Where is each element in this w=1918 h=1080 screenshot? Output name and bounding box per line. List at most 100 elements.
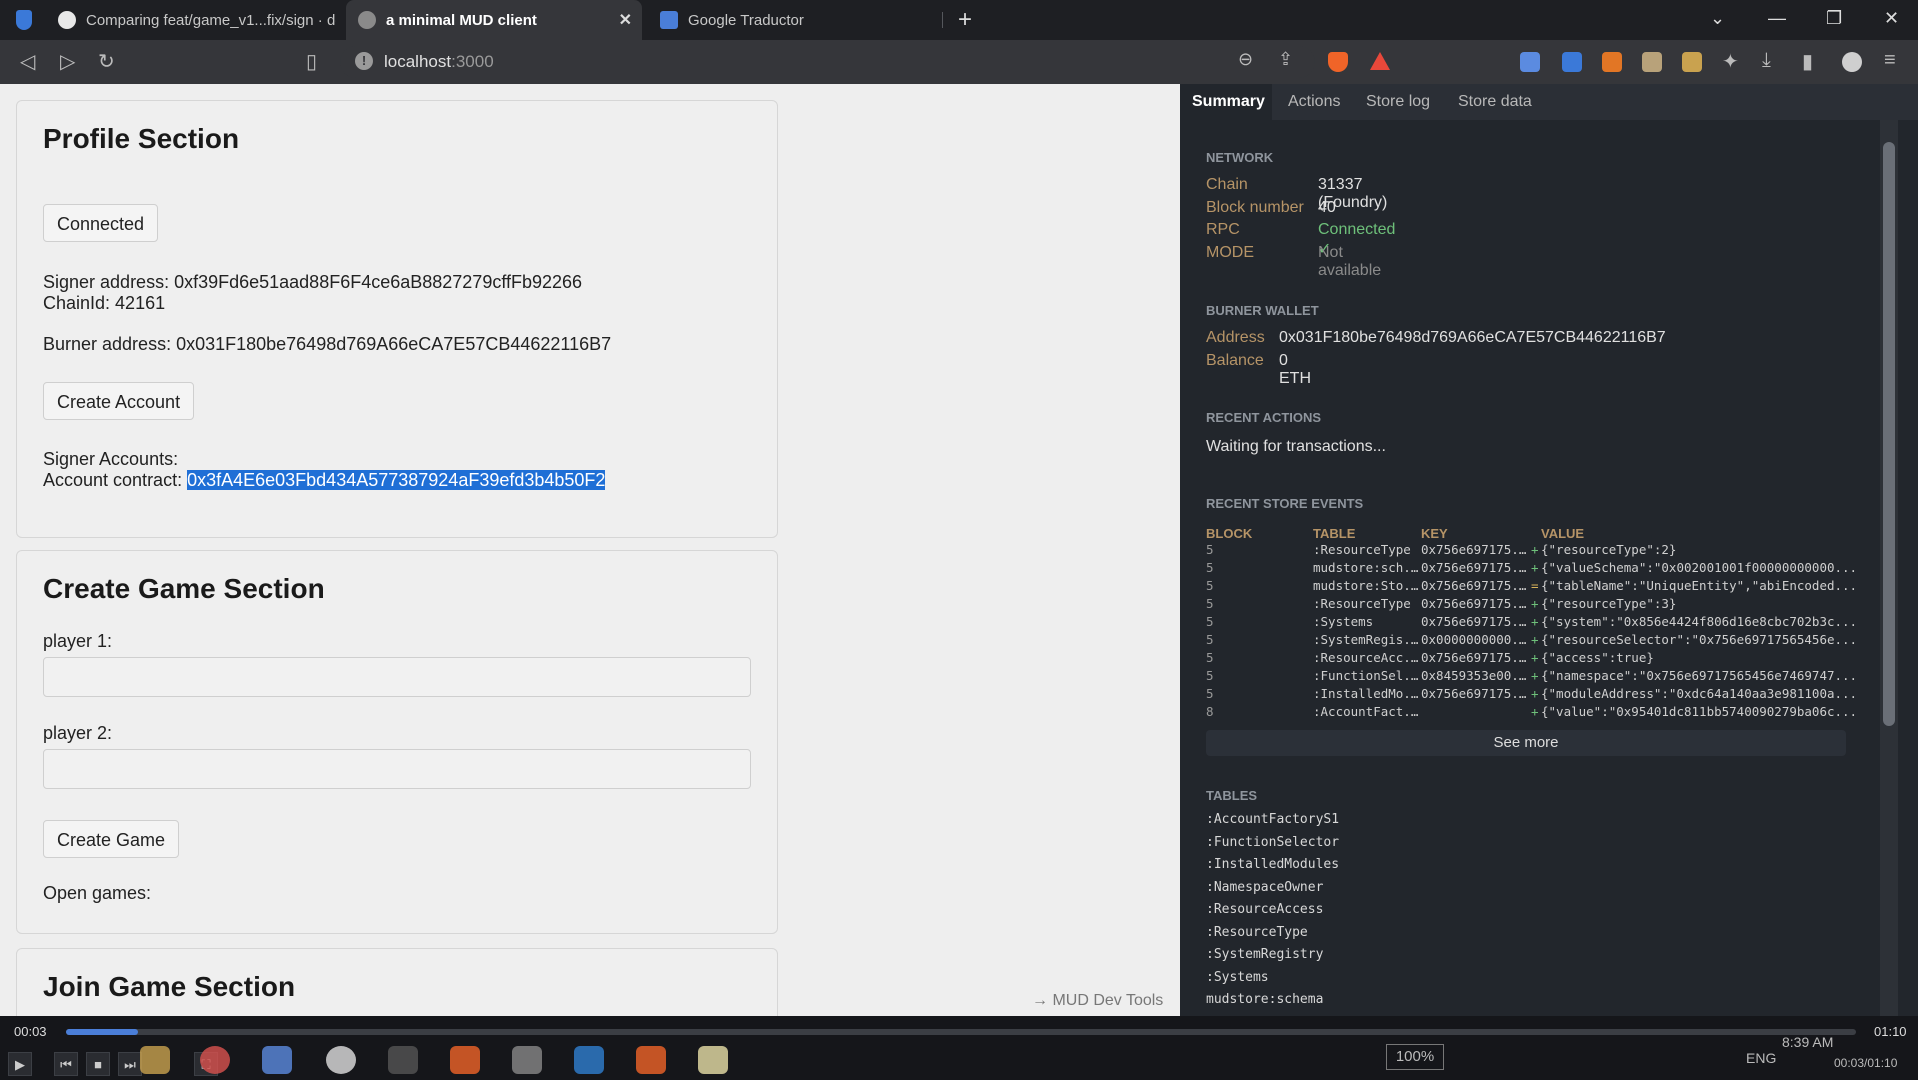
restore-icon[interactable]: ❐	[1826, 8, 1842, 29]
create-account-button[interactable]: Create Account	[43, 382, 195, 420]
file-explorer-taskbar-icon[interactable]	[140, 1046, 170, 1074]
screenshot-extension-icon[interactable]	[1520, 52, 1540, 72]
event-block: 5	[1206, 596, 1214, 611]
notes-taskbar-icon[interactable]	[698, 1046, 728, 1074]
brave-rewards-icon[interactable]	[1370, 52, 1390, 70]
skip-forward-icon[interactable]: ⏭	[118, 1052, 142, 1076]
video-current-time: 00:03	[14, 1024, 47, 1039]
table-item[interactable]: :AccountFactoryS1	[1206, 812, 1339, 827]
player1-input[interactable]	[43, 657, 751, 697]
store-event-row: 5 mudstore:sch... 0x756e697175... + {"valueS…	[1206, 560, 1896, 578]
browser-tab-bar: Comparing feat/game_v1...fix/sign · de a…	[0, 0, 1918, 40]
connected-button[interactable]: Connected	[43, 204, 159, 242]
event-table: :AccountFact...	[1313, 704, 1419, 719]
forward-icon[interactable]: ▷	[60, 49, 75, 74]
see-more-button[interactable]: See more	[1206, 730, 1846, 756]
account-contract-label: Account contract:	[43, 470, 188, 490]
tray-time: 8:39 AM	[1782, 1034, 1834, 1050]
event-block: 5	[1206, 542, 1214, 557]
event-key: 0x756e697175...	[1421, 560, 1527, 575]
table-item[interactable]: :InstalledModules	[1206, 857, 1339, 872]
event-block: 5	[1206, 686, 1214, 701]
vpn-extension-icon[interactable]	[1562, 52, 1582, 72]
event-value: {"resourceSelector":"0x756e69717565456e.…	[1541, 632, 1858, 647]
brave2-taskbar-icon[interactable]	[636, 1046, 666, 1074]
mud-dev-tools-link[interactable]: → MUD Dev Tools	[1032, 992, 1163, 1010]
app-taskbar-icon[interactable]	[262, 1046, 292, 1074]
reload-icon[interactable]: ↻	[98, 49, 115, 74]
table-item[interactable]: :ResourceType	[1206, 925, 1308, 940]
video-total-time: 01:10	[1874, 1024, 1907, 1039]
download-icon[interactable]: ⤓	[1762, 49, 1771, 72]
video-progress-track[interactable]	[66, 1029, 1856, 1035]
extensions-icon[interactable]: ✦	[1722, 49, 1739, 74]
event-value: {"access":true}	[1541, 650, 1654, 665]
tab-label: Google Traductor	[688, 11, 804, 29]
store-event-row: 5 mudstore:Sto... 0x756e697175... = {"tableN…	[1206, 578, 1896, 596]
app2-taskbar-icon[interactable]	[326, 1046, 356, 1074]
store-event-row: 5:InstalledMo... 0x756e697175... + {"module…	[1206, 686, 1896, 704]
tab-github[interactable]: Comparing feat/game_v1...fix/sign · de	[46, 0, 340, 40]
menu-icon[interactable]: ≡	[1884, 49, 1896, 72]
site-info-icon[interactable]: !	[355, 52, 373, 70]
burner-address: Burner address: 0x031F180be76498d769A66e…	[43, 334, 612, 354]
table-item[interactable]: :SystemRegistry	[1206, 947, 1323, 962]
profile-section: Profile Section Connected Signer address…	[16, 100, 778, 538]
tab-list-icon[interactable]: ⌄	[1710, 8, 1725, 29]
store-event-row: 5:FunctionSel... 0x8459353e00... + {"namesp…	[1206, 668, 1896, 686]
devtools-scroll-thumb[interactable]	[1883, 142, 1895, 726]
table-item[interactable]: :Systems	[1206, 970, 1269, 985]
tab-google-traductor[interactable]: Google Traductor	[648, 0, 942, 40]
tab-store-log[interactable]: Store log	[1366, 93, 1430, 111]
brave-shields-icon[interactable]	[1328, 52, 1348, 72]
account-contract-value[interactable]: 0x3fA4E6e03Fbd434A577387924aF39efd3b4b50…	[187, 470, 606, 490]
tab-summary[interactable]: Summary	[1192, 93, 1265, 111]
share-icon[interactable]: ⇪	[1278, 49, 1293, 70]
vscode-taskbar-icon[interactable]	[574, 1046, 604, 1074]
table-item[interactable]: :FunctionSelector	[1206, 835, 1339, 850]
player2-input[interactable]	[43, 749, 751, 789]
event-value: {"resourceType":3}	[1541, 596, 1677, 611]
video-zoom-level[interactable]: 100%	[1386, 1044, 1444, 1070]
stop-icon[interactable]: ■	[86, 1052, 110, 1076]
store-event-row: 5:ResourceAcc... 0x756e697175... + {"access…	[1206, 650, 1896, 668]
wallet-extension-icon[interactable]	[1642, 52, 1662, 72]
tab-store-data[interactable]: Store data	[1458, 93, 1532, 111]
minimize-icon[interactable]: —	[1768, 8, 1786, 29]
network-rpc: RPC Connected ✓	[1206, 221, 1396, 258]
table-item[interactable]: mudstore:schema	[1206, 992, 1323, 1007]
chrome-taskbar-icon[interactable]	[200, 1046, 230, 1074]
zoom-icon[interactable]: ⊖	[1238, 49, 1253, 70]
table-item[interactable]: :NamespaceOwner	[1206, 880, 1323, 895]
table-item[interactable]: :ResourceAccess	[1206, 902, 1323, 917]
network-chain: Chain 31337 (Foundry)	[1206, 176, 1388, 211]
gift-extension-icon[interactable]	[1682, 52, 1702, 72]
terminal-taskbar-icon[interactable]	[388, 1046, 418, 1074]
profile-avatar-icon[interactable]	[1842, 52, 1862, 72]
event-table: :Systems	[1313, 614, 1374, 629]
app3-taskbar-icon[interactable]	[512, 1046, 542, 1074]
translate-icon	[660, 11, 678, 29]
brave-menu-icon[interactable]	[16, 10, 32, 30]
play-icon[interactable]: ▶	[8, 1052, 32, 1076]
tab-mud-client[interactable]: a minimal MUD client ✕	[346, 0, 642, 40]
sidebar-icon[interactable]: ▮	[1802, 49, 1813, 74]
create-game-section: Create Game Section player 1: player 2: …	[16, 550, 778, 934]
back-icon[interactable]: ◁	[20, 49, 35, 74]
close-window-icon[interactable]: ✕	[1884, 8, 1899, 29]
close-tab-icon[interactable]: ✕	[619, 10, 632, 30]
new-tab-icon[interactable]: +	[958, 6, 972, 34]
event-block: 5	[1206, 614, 1214, 629]
player1-label: player 1:	[43, 631, 113, 651]
col-block: BLOCK	[1206, 526, 1253, 541]
bookmark-icon[interactable]: ▯	[306, 49, 317, 74]
url-text[interactable]: localhost:3000	[384, 52, 494, 72]
tab-actions[interactable]: Actions	[1288, 93, 1340, 111]
create-game-button[interactable]: Create Game	[43, 820, 180, 858]
skip-back-icon[interactable]: ⏮	[54, 1052, 78, 1076]
brave-taskbar-icon[interactable]	[450, 1046, 480, 1074]
metamask-extension-icon[interactable]	[1602, 52, 1622, 72]
event-value: {"value":"0x95401dc811bb5740090279ba06c.…	[1541, 704, 1858, 719]
event-block: 5	[1206, 578, 1214, 593]
open-games-label: Open games:	[43, 883, 152, 903]
